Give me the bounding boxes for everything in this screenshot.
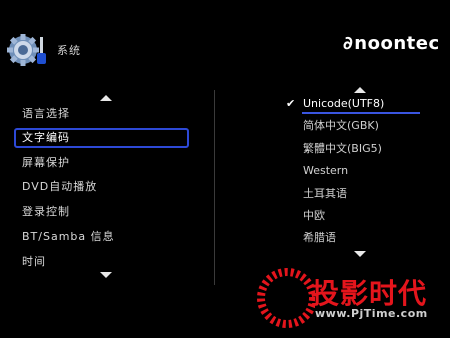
menu-item-bt-samba-info[interactable]: BT/Samba 信息 bbox=[14, 227, 189, 247]
panel-divider bbox=[214, 90, 215, 285]
watermark-name: 投影时代 bbox=[311, 277, 428, 310]
options-scroll-down-arrow-icon[interactable] bbox=[354, 251, 366, 257]
brand-logo: ∂noontec bbox=[343, 33, 440, 54]
option-row-utf8[interactable]: ✔ Unicode(UTF8) bbox=[286, 94, 436, 114]
options-scroll-up-arrow-icon[interactable] bbox=[354, 87, 366, 93]
settings-gear-icon bbox=[6, 33, 52, 67]
brand-name: noontec bbox=[354, 33, 440, 54]
option-turkish[interactable]: 土耳其语 bbox=[303, 184, 347, 204]
watermark-logo-icon bbox=[257, 268, 315, 328]
watermark: 投影时代 www.PjTime.com bbox=[255, 268, 445, 328]
check-icon: ✔ bbox=[286, 97, 296, 110]
watermark-url: www.PjTime.com bbox=[315, 307, 428, 320]
option-western[interactable]: Western bbox=[303, 161, 348, 181]
menu-item-text-encoding[interactable]: 文字编码 bbox=[14, 128, 189, 148]
menu-item-dvd-autoplay[interactable]: DVD自动播放 bbox=[14, 177, 189, 197]
menu-item-language[interactable]: 语言选择 bbox=[14, 104, 189, 124]
option-central-europe[interactable]: 中欧 bbox=[303, 206, 325, 226]
menu-item-time[interactable]: 时间 bbox=[14, 252, 189, 272]
menu-item-login-control[interactable]: 登录控制 bbox=[14, 202, 189, 222]
scroll-up-arrow-icon[interactable] bbox=[100, 95, 112, 101]
option-gbk[interactable]: 简体中文(GBK) bbox=[303, 116, 379, 136]
brand-mark-icon: ∂ bbox=[343, 33, 354, 54]
menu-item-screensaver[interactable]: 屏幕保护 bbox=[14, 153, 189, 173]
option-utf8[interactable]: Unicode(UTF8) bbox=[303, 94, 384, 114]
page-title: 系统 bbox=[57, 44, 81, 57]
option-big5[interactable]: 繁體中文(BIG5) bbox=[303, 139, 382, 159]
scroll-down-arrow-icon[interactable] bbox=[100, 272, 112, 278]
option-greek[interactable]: 希腊语 bbox=[303, 228, 336, 248]
selection-underline bbox=[302, 112, 420, 114]
